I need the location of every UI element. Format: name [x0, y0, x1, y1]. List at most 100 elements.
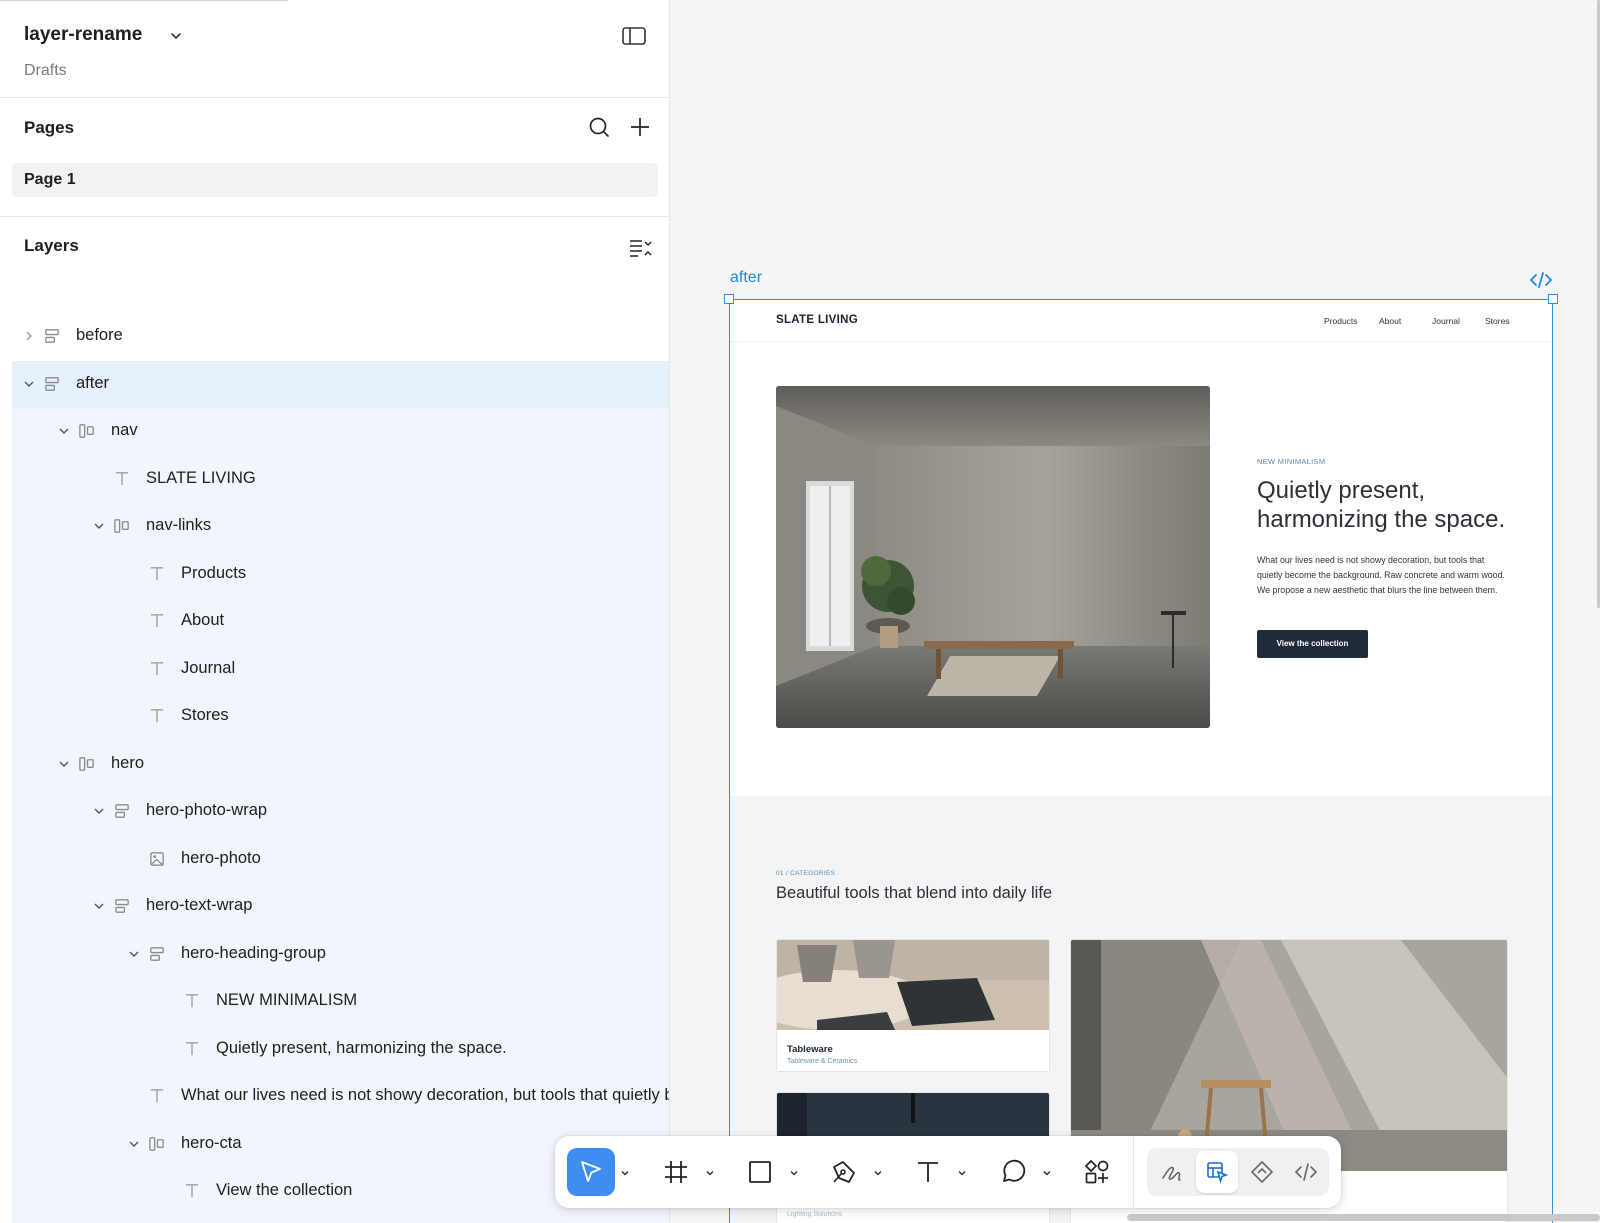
layers-heading: Layers [24, 236, 79, 255]
card-subtitle: Lighting Solutions [787, 1211, 843, 1218]
hero-eyebrow[interactable]: NEW MINIMALISM [1257, 457, 1325, 466]
hero-heading[interactable]: Quietly present, harmonizing the space. [1257, 476, 1517, 534]
layer-row[interactable]: nav [12, 408, 669, 456]
layer-row[interactable]: Products [12, 550, 669, 598]
pen-tool-button[interactable] [820, 1148, 868, 1196]
add-page-icon[interactable] [626, 113, 654, 141]
text-icon [150, 566, 164, 580]
layer-name: nav-links [146, 516, 212, 534]
chevron-down-icon[interactable] [788, 1167, 800, 1179]
chevron-down-icon[interactable] [704, 1167, 716, 1179]
page-item[interactable]: Page 1 [12, 163, 658, 197]
draw-mode-button[interactable] [1151, 1151, 1193, 1193]
chevron-down-icon[interactable] [92, 899, 106, 913]
move-tool-button[interactable] [567, 1148, 615, 1196]
text-icon [115, 471, 129, 485]
frame-after[interactable]: SLATE LIVING Products About Journal Stor… [729, 299, 1553, 1223]
chevron-down-icon[interactable] [127, 1137, 141, 1151]
layer-row[interactable]: SLATE LIVING [12, 455, 669, 503]
layer-name: hero-cta [181, 1133, 242, 1152]
resize-handle[interactable] [1548, 294, 1558, 304]
code-icon[interactable] [1529, 270, 1553, 290]
text-icon [185, 1041, 199, 1055]
prototype-mode-button[interactable] [1241, 1151, 1283, 1193]
search-icon[interactable] [585, 113, 613, 141]
frame-icon [45, 376, 59, 391]
collapse-layers-icon[interactable] [627, 233, 655, 261]
comment-tool-button[interactable] [989, 1148, 1037, 1196]
frame-icon [45, 329, 59, 343]
nav-link-about[interactable]: About [1379, 316, 1401, 326]
text-icon [150, 709, 164, 723]
dev-mode-button[interactable] [1285, 1151, 1327, 1193]
layer-row[interactable]: hero-photo-wrap [12, 788, 669, 836]
layer-row[interactable]: About [12, 598, 669, 646]
layer-name: What our lives need is not showy decorat… [181, 1086, 669, 1104]
components-icon [1084, 1159, 1109, 1184]
frame-icon [150, 946, 164, 961]
layer-row[interactable]: Journal [12, 645, 669, 693]
canvas[interactable]: after SLATE LIVING Products About Journa… [671, 0, 1600, 1223]
page-item-label: Page 1 [24, 171, 76, 188]
card-subtitle: Tableware & Ceramics [787, 1058, 858, 1065]
category-card[interactable]: Tableware Tableware & Ceramics [776, 939, 1050, 1072]
layer-row[interactable]: hero [12, 740, 669, 788]
chevron-down-icon[interactable] [57, 424, 71, 438]
horizontal-scrollbar[interactable] [1127, 1214, 1600, 1221]
categories-eyebrow[interactable]: 01 / CATEGORIES [776, 870, 835, 877]
auto-layout-icon [79, 756, 94, 771]
site-brand[interactable]: SLATE LIVING [776, 314, 858, 326]
layer-row[interactable]: category-picks [12, 1215, 669, 1223]
chevron-down-icon[interactable] [1041, 1167, 1053, 1179]
nav-link-products[interactable]: Products [1324, 316, 1358, 326]
layer-row[interactable]: hero-photo [12, 835, 669, 883]
layer-row[interactable]: Stores [12, 693, 669, 741]
layer-name: NEW MINIMALISM [216, 991, 358, 1009]
layer-row[interactable]: hero-text-wrap [12, 883, 669, 931]
chevron-down-icon[interactable] [127, 947, 141, 961]
nav-link-stores[interactable]: Stores [1485, 316, 1510, 326]
sidebar-toggle-icon[interactable] [620, 24, 648, 48]
hero-photo[interactable] [776, 386, 1210, 728]
chevron-down-icon[interactable] [956, 1167, 968, 1179]
chevron-down-icon[interactable] [92, 804, 106, 818]
project-name[interactable]: Drafts [24, 62, 67, 80]
chevron-down-icon[interactable] [872, 1167, 884, 1179]
image-icon [150, 851, 164, 866]
chevron-down-icon[interactable] [619, 1167, 631, 1179]
auto-layout-icon [149, 1136, 164, 1151]
actions-tool-button[interactable] [1073, 1148, 1121, 1196]
layer-name: hero-heading-group [181, 943, 326, 962]
categories-heading[interactable]: Beautiful tools that blend into daily li… [776, 884, 1052, 903]
tableware-photo [777, 940, 1049, 1030]
auto-layout-icon [114, 519, 129, 533]
chevron-down-icon[interactable] [92, 519, 106, 533]
design-mode-button[interactable] [1196, 1151, 1238, 1193]
view-collection-button[interactable]: View the collection [1257, 630, 1368, 658]
chevron-right-icon[interactable] [22, 329, 36, 343]
layer-row[interactable]: after [12, 360, 669, 408]
resize-handle[interactable] [724, 294, 734, 304]
chevron-down-icon[interactable] [57, 757, 71, 771]
layer-name: Products [181, 563, 247, 582]
layer-row[interactable]: NEW MINIMALISM [12, 978, 669, 1026]
layer-row[interactable]: Quietly present, harmonizing the space. [12, 1025, 669, 1073]
layer-row[interactable]: nav-links [12, 503, 669, 551]
text-tool-button[interactable] [904, 1148, 952, 1196]
file-name[interactable]: layer-rename [24, 24, 142, 46]
shape-tool-button[interactable] [736, 1148, 784, 1196]
layer-row[interactable]: What our lives need is not showy decorat… [12, 1073, 669, 1121]
chevron-down-icon[interactable] [22, 377, 36, 391]
draw-icon [1162, 1166, 1181, 1181]
layer-name: hero-photo [181, 848, 261, 867]
nav-link-journal[interactable]: Journal [1432, 316, 1460, 326]
frame-label[interactable]: after [730, 269, 762, 287]
code-icon [1294, 1163, 1318, 1181]
layer-row[interactable]: before [12, 313, 669, 361]
chevron-down-icon[interactable] [168, 28, 184, 44]
layer-row[interactable]: hero-heading-group [12, 930, 669, 978]
text-icon [150, 1089, 164, 1103]
frame-tool-button[interactable] [652, 1148, 700, 1196]
hero-body[interactable]: What our lives need is not showy decorat… [1257, 553, 1507, 598]
divider [0, 97, 669, 98]
